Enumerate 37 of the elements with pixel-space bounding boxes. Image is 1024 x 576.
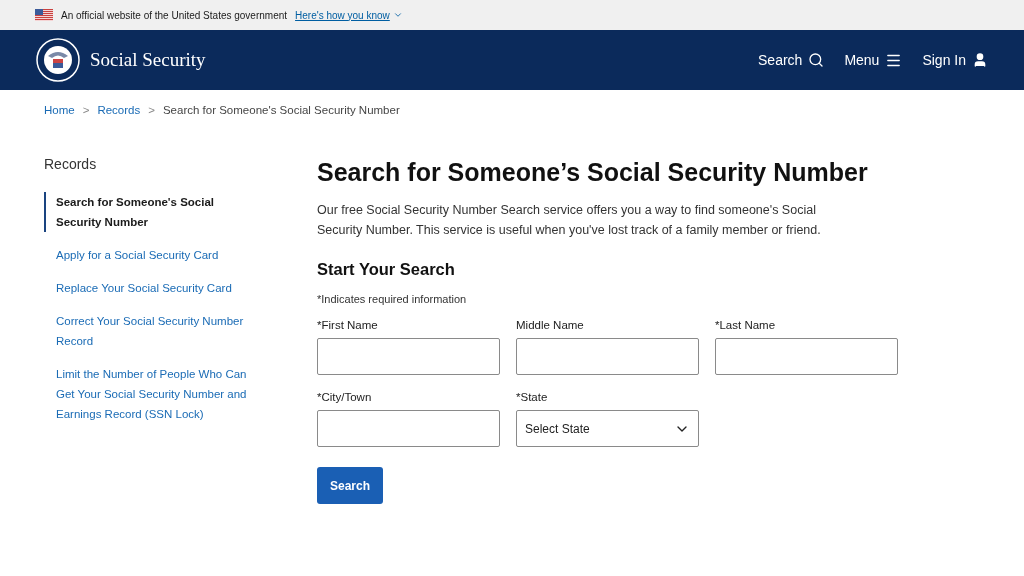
state-dropdown[interactable]: Select State: [516, 410, 699, 447]
breadcrumb-separator: >: [82, 104, 90, 116]
required-note: *Indicates required information: [317, 293, 468, 305]
input-field[interactable]: [516, 338, 699, 375]
sidebar-link[interactable]: Limit the Number of People Who Can Get Your Social Security Number and Earnings Record (SSN Lock): [44, 364, 249, 424]
sidebar-title: Records: [44, 156, 98, 172]
breadcrumb-current: Search for Someone's Social Security Number: [162, 104, 400, 116]
sidebar-link[interactable]: Correct Your Social Security Number Record: [44, 311, 249, 351]
seal-logo: [36, 38, 80, 82]
chevron-down-icon: [392, 10, 403, 20]
input-field[interactable]: [317, 338, 500, 375]
how-you-know-link[interactable]: Here's how you know: [295, 9, 403, 21]
field-label: *First Name: [317, 319, 379, 331]
breadcrumb-link[interactable]: Home: [44, 104, 75, 116]
page-title: Search for Someone’s Social Security Number: [317, 158, 869, 187]
breadcrumb-link[interactable]: Records: [97, 104, 141, 116]
nav-button[interactable]: Search: [758, 51, 825, 69]
input-field[interactable]: [715, 338, 898, 375]
search-button[interactable]: Search: [317, 467, 383, 504]
field-label: *City/Town: [317, 391, 373, 403]
site-name[interactable]: Social Security: [90, 49, 206, 71]
sidebar-link[interactable]: Apply for a Social Security Card: [44, 245, 249, 265]
sidebar-link[interactable]: Search for Someone's Social Security Number: [44, 192, 249, 232]
field-label: Middle Name: [516, 319, 585, 331]
banner-text: An official website of the United States government: [61, 9, 288, 21]
search-icon: [808, 52, 825, 68]
input-field[interactable]: [317, 410, 500, 447]
sidebar-link[interactable]: Replace Your Social Security Card: [44, 278, 249, 298]
form-title: Start Your Search: [317, 260, 456, 279]
breadcrumb-separator: >: [148, 104, 155, 116]
intro-paragraph: Our free Social Security Number Search service offers you a way to find someone's Social Security Number. This service is useful when you've lost track of a family member or friend.: [317, 202, 822, 239]
field-label: *Last Name: [715, 319, 777, 331]
field-label: *State: [516, 391, 549, 403]
nav-button[interactable]: Menu: [844, 51, 903, 69]
nav-button[interactable]: Sign In: [922, 51, 988, 69]
user-icon: [972, 52, 988, 68]
flag-icon: [35, 9, 53, 21]
